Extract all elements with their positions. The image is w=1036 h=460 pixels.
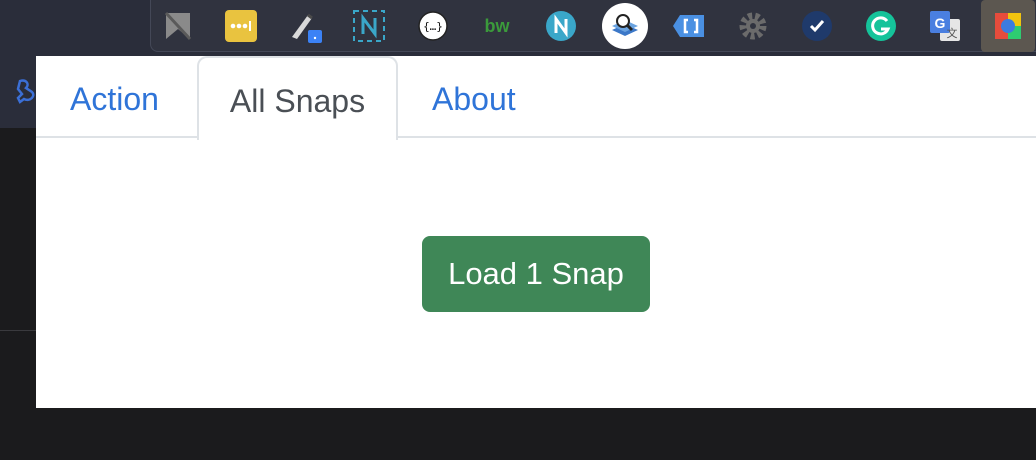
n-circle-icon[interactable] xyxy=(544,9,578,43)
load-snap-button[interactable]: Load 1 Snap xyxy=(422,236,650,312)
json-braces-icon[interactable]: {…} xyxy=(416,9,450,43)
gear-extension-icon[interactable] xyxy=(736,9,770,43)
bookmark-arrow-icon[interactable] xyxy=(161,9,195,43)
extension-popup: Action All Snaps About Load 1 Snap xyxy=(36,56,1036,408)
svg-text:{…}: {…} xyxy=(423,20,443,33)
grammarly-icon[interactable] xyxy=(864,9,898,43)
bw-icon[interactable]: bw xyxy=(480,9,514,43)
svg-text:bw: bw xyxy=(485,16,511,36)
checkmark-circle-icon[interactable] xyxy=(800,9,834,43)
snaps-search-icon[interactable] xyxy=(602,3,648,49)
tab-about[interactable]: About xyxy=(432,56,522,138)
password-dots-icon[interactable] xyxy=(224,9,258,43)
color-picker-icon[interactable] xyxy=(981,0,1035,52)
tag-bracket-icon[interactable] xyxy=(672,9,706,43)
svg-text:文: 文 xyxy=(947,26,958,40)
extensions-bar: {…} bw G文 xyxy=(150,0,1036,52)
divider xyxy=(0,330,36,331)
svg-text:G: G xyxy=(935,15,946,31)
tab-all-snaps[interactable]: All Snaps xyxy=(197,56,398,140)
pen-tool-icon[interactable] xyxy=(288,9,322,43)
tab-bar: Action All Snaps About xyxy=(36,56,1036,140)
puzzle-logo-icon xyxy=(14,78,38,104)
google-translate-icon[interactable]: G文 xyxy=(928,9,962,43)
notion-clipper-icon[interactable] xyxy=(352,9,386,43)
tab-action[interactable]: Action xyxy=(70,56,164,138)
